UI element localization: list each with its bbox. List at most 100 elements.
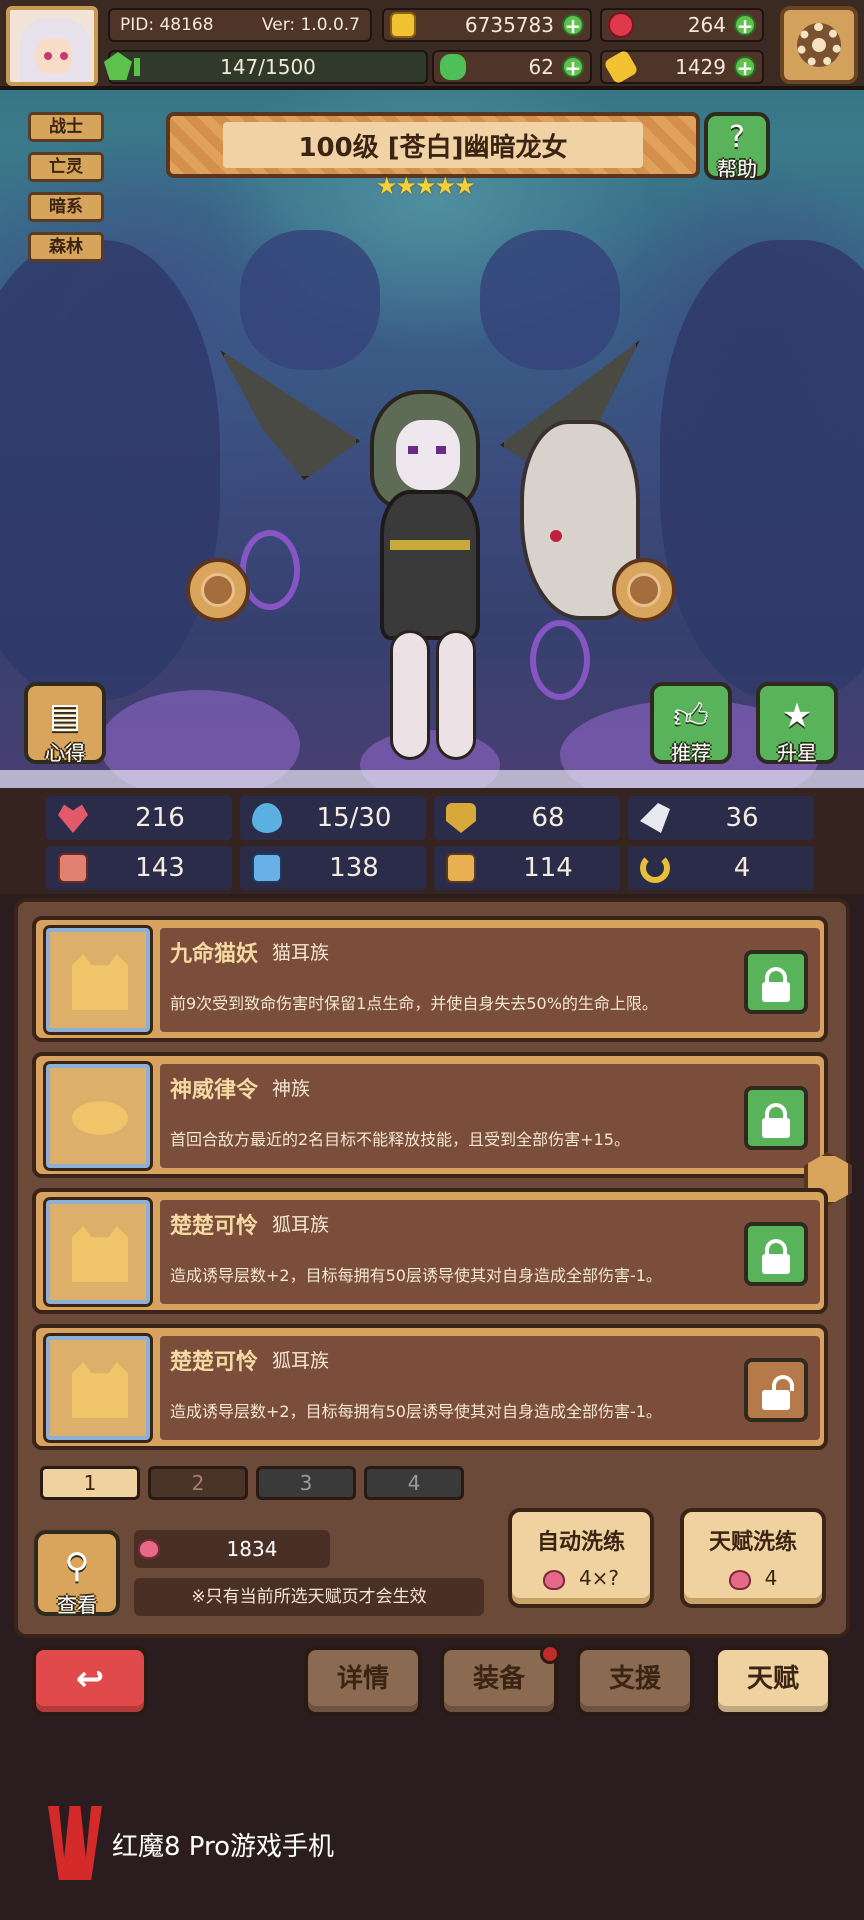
talent-wash-cost: 4 xyxy=(764,1566,778,1590)
auto-wash-title: 自动洗练 xyxy=(536,1530,625,1555)
talent-desc: 首回合敌方最近的2名目标不能释放技能，且受到全部伤害+15。 xyxy=(170,1130,630,1149)
top-bar: PID: 48168 Ver: 1.0.0.7 147/1500 6735783… xyxy=(0,0,864,90)
ticket-value: 1429 xyxy=(675,55,726,79)
tab-talent[interactable]: 天赋 xyxy=(714,1646,832,1716)
clover-value: 62 xyxy=(528,55,554,79)
talent-name: 九命猫妖 xyxy=(170,942,259,967)
view-button[interactable]: ⚲ 查看 xyxy=(34,1530,120,1617)
return-arrow-icon: ↩ xyxy=(75,1659,105,1699)
gold-value: 6735783 xyxy=(464,13,554,37)
talent-card[interactable]: 神威律令 神族 首回合敌方最近的2名目标不能释放技能，且受到全部伤害+15。 xyxy=(32,1052,828,1178)
fist-icon xyxy=(58,853,88,883)
fox-icon xyxy=(43,1197,153,1307)
clover-icon xyxy=(440,54,466,80)
coin-icon xyxy=(390,12,416,38)
talent-group: 狐耳族 xyxy=(272,1350,330,1372)
star-icon: ★ xyxy=(781,696,813,736)
notes-label: 心得 xyxy=(45,741,85,765)
talent-page-tab-2[interactable]: 2 xyxy=(148,1466,248,1500)
cat-icon xyxy=(43,925,153,1035)
talent-card[interactable]: 九命猫妖 猫耳族 前9次受到致命伤害时保留1点生命，并使自身失去50%的生命上限… xyxy=(32,916,828,1042)
tab-support[interactable]: 支援 xyxy=(576,1646,694,1716)
lock-button[interactable] xyxy=(744,1222,808,1286)
talent-card[interactable]: 楚楚可怜 狐耳族 造成诱导层数+2，目标每拥有50层诱导使其对自身造成全部伤害-… xyxy=(32,1188,828,1314)
back-button[interactable]: ↩ xyxy=(32,1646,148,1716)
lock-icon xyxy=(762,1118,790,1138)
shield-icon xyxy=(446,803,476,833)
energy-bar: 147/1500 xyxy=(104,50,428,84)
talent-group: 神族 xyxy=(272,1078,311,1100)
clover-display: 62 + xyxy=(432,50,592,84)
ticket-display: 1429 + xyxy=(600,49,764,85)
wing-icon xyxy=(640,803,670,833)
stat-hp: 216 xyxy=(46,796,232,840)
talent-name: 楚楚可怜 xyxy=(170,1350,259,1375)
talent-desc: 造成诱导层数+2，目标每拥有50层诱导使其对自身造成全部伤害-1。 xyxy=(170,1266,662,1285)
lock-button[interactable] xyxy=(744,1086,808,1150)
unlock-button[interactable] xyxy=(744,1358,808,1422)
auto-wash-button[interactable]: 自动洗练 4×? xyxy=(508,1508,654,1608)
add-gem-button[interactable]: + xyxy=(734,14,756,36)
currency-value: 1834 xyxy=(226,1537,278,1561)
talent-name: 楚楚可怜 xyxy=(170,1214,259,1239)
unlock-icon xyxy=(762,1390,790,1410)
water-drop-icon xyxy=(252,803,282,833)
recommend-label: 推荐 xyxy=(671,741,711,765)
stat-luck: 4 xyxy=(628,846,814,890)
tag-race: 亡灵 xyxy=(28,152,104,182)
star-up-button[interactable]: ★ 升星 xyxy=(756,682,838,765)
tab-equipment[interactable]: 装备 xyxy=(440,1644,560,1716)
book-icon xyxy=(252,853,282,883)
talent-page-tab-3[interactable]: 3 xyxy=(256,1466,356,1500)
stats-panel: 216 15/30 68 36 143 138 114 4 xyxy=(0,788,864,894)
stat-mana: 15/30 xyxy=(240,796,426,840)
tab-equipment-label: 装备 xyxy=(472,1664,525,1694)
stat-attack: 143 xyxy=(46,846,232,890)
talent-card[interactable]: 楚楚可怜 狐耳族 造成诱导层数+2，目标每拥有50层诱导使其对自身造成全部伤害-… xyxy=(32,1324,828,1450)
energy-value: 147/1500 xyxy=(220,55,316,79)
settings-button[interactable] xyxy=(780,6,858,84)
help-button[interactable]: ? 帮助 xyxy=(704,112,770,181)
hero-title-banner: 100级 [苍白]幽暗龙女 xyxy=(166,112,700,178)
effect-note: ※只有当前所选天赋页才会生效 xyxy=(134,1578,484,1616)
question-icon: ? xyxy=(729,119,745,155)
peach-icon xyxy=(138,1539,160,1559)
pid-text: PID: 48168 xyxy=(120,15,214,35)
next-hero-button[interactable] xyxy=(612,558,676,622)
divine-emblem-icon xyxy=(43,1061,153,1171)
add-ticket-button[interactable]: + xyxy=(734,56,756,78)
talent-page-tab-1[interactable]: 1 xyxy=(40,1466,140,1500)
talent-desc: 前9次受到致命伤害时保留1点生命，并使自身失去50%的生命上限。 xyxy=(170,994,658,1013)
player-info: PID: 48168 Ver: 1.0.0.7 xyxy=(108,8,372,42)
stat-speed: 36 xyxy=(628,796,814,840)
recommend-button[interactable]: 👍︎ 推荐 xyxy=(650,682,732,765)
notes-icon: ▤ xyxy=(48,696,82,736)
add-clover-button[interactable]: + xyxy=(562,56,584,78)
notes-button[interactable]: ▤ 心得 xyxy=(24,682,106,765)
stat-resist: 114 xyxy=(434,846,620,890)
stat-defense: 68 xyxy=(434,796,620,840)
talent-desc: 造成诱导层数+2，目标每拥有50层诱导使其对自身造成全部伤害-1。 xyxy=(170,1402,662,1421)
auto-wash-cost: 4×? xyxy=(578,1566,620,1590)
lock-icon xyxy=(762,1254,790,1274)
talent-name: 神威律令 xyxy=(170,1078,259,1103)
tag-element: 暗系 xyxy=(28,192,104,222)
lock-button[interactable] xyxy=(744,950,808,1014)
prev-hero-button[interactable] xyxy=(186,558,250,622)
watermark-text: 红魔8 Pro游戏手机 xyxy=(112,1832,335,1862)
player-avatar[interactable] xyxy=(6,6,98,86)
thumbs-up-icon: 👍︎ xyxy=(673,695,709,736)
peach-icon xyxy=(728,1569,751,1590)
gem-display: 264 + xyxy=(600,8,764,42)
tab-details[interactable]: 详情 xyxy=(304,1646,422,1716)
talent-page-tab-4[interactable]: 4 xyxy=(364,1466,464,1500)
gold-display: 6735783 + xyxy=(382,8,592,42)
view-label: 查看 xyxy=(57,1593,97,1617)
gear-icon xyxy=(797,23,841,67)
magnifier-icon: ⚲ xyxy=(64,1546,90,1586)
hero-character xyxy=(200,330,660,780)
talent-wash-button[interactable]: 天赋洗练 4 xyxy=(680,1508,826,1608)
ruby-icon xyxy=(608,12,634,38)
add-gold-button[interactable]: + xyxy=(562,14,584,36)
hero-title: 100级 [苍白]幽暗龙女 xyxy=(223,122,643,168)
